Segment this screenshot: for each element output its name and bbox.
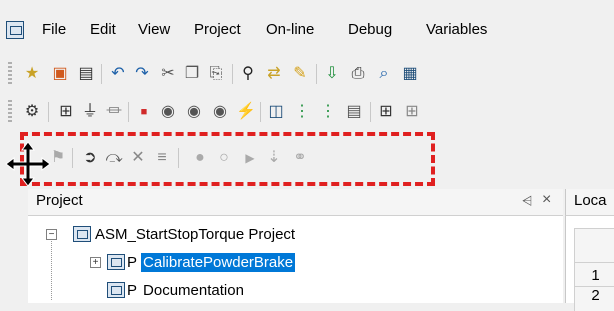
unplug-icon[interactable]: ⏛ xyxy=(104,102,124,122)
tree-root-label: ASM_StartStopTorque Project xyxy=(95,225,296,243)
grid-icon[interactable]: ⊞ xyxy=(376,102,396,122)
toggle-icon[interactable]: ⚭ xyxy=(290,148,310,168)
menu-project[interactable]: Project xyxy=(194,21,241,38)
print-icon[interactable]: ⎙ xyxy=(348,64,368,84)
grid-row-label[interactable]: 1 xyxy=(574,262,614,287)
toolbar-grip[interactable] xyxy=(8,62,12,86)
breakpoint-icon[interactable]: ● xyxy=(190,148,210,168)
expand-icon[interactable]: + xyxy=(90,256,101,268)
tree-item[interactable]: P Documentation xyxy=(90,278,244,302)
grid-row-label[interactable]: 2 xyxy=(574,286,614,311)
toolbar-separator xyxy=(128,102,129,122)
run-cycle-icon[interactable]: ◉ xyxy=(210,102,230,122)
force-icon[interactable]: ⚡ xyxy=(236,102,256,122)
pin-icon[interactable]: ⩤ xyxy=(522,193,532,209)
program-prefix: P xyxy=(127,281,138,299)
toolbar-separator xyxy=(101,64,102,84)
program-prefix: P xyxy=(127,253,138,271)
cut-icon[interactable]: ✂ xyxy=(158,64,178,84)
step-icon[interactable]: ⇣ xyxy=(264,148,284,168)
grid-row-number: 2 xyxy=(591,287,600,304)
watch-icon[interactable]: ⋮ xyxy=(292,102,312,122)
redo-icon[interactable]: ↷ xyxy=(132,64,152,84)
program-icon xyxy=(107,282,125,298)
find-next-icon[interactable]: ✎ xyxy=(290,64,310,84)
new-icon[interactable]: ★ xyxy=(22,64,42,84)
tree-item-label[interactable]: CalibratePowderBrake xyxy=(141,252,296,272)
toolbar-separator xyxy=(178,148,179,168)
toolbar-separator xyxy=(316,64,317,84)
trend-icon[interactable]: ⋮ xyxy=(318,102,338,122)
toolbar-standard: ★ ▣ ▤ ↶ ↷ ✂ ❐ ⎘ ⚲ ⇄ ✎ ⇩ ⎙ ⌕ ▦ xyxy=(0,56,614,92)
print-preview-icon[interactable]: ⌕ xyxy=(374,64,394,84)
stop-icon[interactable]: ■ xyxy=(134,102,154,122)
save-icon[interactable]: ▤ xyxy=(76,64,96,84)
step-into-icon[interactable]: ➲ xyxy=(80,148,100,168)
step-over-icon[interactable]: ⤼ xyxy=(104,148,124,168)
download-icon[interactable]: ⇩ xyxy=(322,64,342,84)
continue-icon[interactable]: ▶ xyxy=(240,148,260,168)
toolbar-debug: ⚑ ➲ ⤼ ✕ ≡ ● ○ ▶ ⇣ ⚭ xyxy=(0,140,614,176)
toolbar-separator xyxy=(72,148,73,168)
menu-online[interactable]: On-line xyxy=(266,21,314,38)
monitor-icon[interactable]: ◫ xyxy=(266,102,286,122)
plug-icon[interactable]: ⏚ xyxy=(80,102,100,122)
network-icon[interactable]: ⊞ xyxy=(56,102,76,122)
cycle-icon[interactable]: ◉ xyxy=(158,102,178,122)
tree-item[interactable]: + P CalibratePowderBrake xyxy=(90,250,296,274)
grid-row-number: 1 xyxy=(591,266,600,284)
close-icon[interactable]: × xyxy=(542,191,551,209)
breakpoint-empty-icon[interactable]: ○ xyxy=(214,148,234,168)
project-tree: − ASM_StartStopTorque Project + P Calibr… xyxy=(28,216,563,303)
program-icon xyxy=(107,254,125,270)
table-icon[interactable]: ▤ xyxy=(344,102,364,122)
project-panel-header: Project ⩤ × xyxy=(28,189,563,216)
project-icon[interactable]: ▦ xyxy=(400,64,420,84)
move-cursor-icon xyxy=(5,141,51,187)
run-icon[interactable]: ◉ xyxy=(184,102,204,122)
toolbar-separator xyxy=(48,102,49,122)
toolbar-online: ⚙ ⊞ ⏚ ⏛ ■ ◉ ◉ ◉ ⚡ ◫ ⋮ ⋮ ▤ ⊞ ⊞ xyxy=(0,94,614,130)
build-icon[interactable]: ⚙ xyxy=(22,102,42,122)
find-icon[interactable]: ⚲ xyxy=(238,64,258,84)
clear-breakpoints-icon[interactable]: ✕ xyxy=(128,148,148,168)
toolbar-separator xyxy=(370,102,371,122)
menu-variables[interactable]: Variables xyxy=(426,21,487,38)
menu-file[interactable]: File xyxy=(42,21,66,38)
grid-header-cell xyxy=(574,228,614,263)
tree-root[interactable]: − ASM_StartStopTorque Project xyxy=(46,222,295,246)
open-icon[interactable]: ▣ xyxy=(50,64,70,84)
menu-edit[interactable]: Edit xyxy=(90,21,116,38)
toolbar-grip[interactable] xyxy=(8,100,12,124)
breakpoint-list-icon[interactable]: ≡ xyxy=(152,148,172,168)
grid-alt-icon[interactable]: ⊞ xyxy=(402,102,422,122)
paste-icon[interactable]: ⎘ xyxy=(206,64,226,84)
collapse-icon[interactable]: − xyxy=(46,228,57,240)
toolbar-separator xyxy=(260,102,261,122)
toolbar-separator xyxy=(232,64,233,84)
menu-debug[interactable]: Debug xyxy=(348,21,392,38)
local-panel-header: Loca xyxy=(565,189,614,216)
panel-title: Project xyxy=(36,192,83,209)
menu-view[interactable]: View xyxy=(138,21,170,38)
tree-item-label[interactable]: Documentation xyxy=(143,282,244,299)
replace-icon[interactable]: ⇄ xyxy=(264,64,284,84)
local-panel-title[interactable]: Loca xyxy=(574,192,607,209)
copy-icon[interactable]: ❐ xyxy=(182,64,202,84)
menu-bar: File Edit View Project On-line Debug Var… xyxy=(0,14,614,50)
undo-icon[interactable]: ↶ xyxy=(108,64,128,84)
project-icon xyxy=(73,226,91,242)
local-variables-grid: 1 2 xyxy=(565,216,614,311)
app-icon xyxy=(6,21,24,39)
